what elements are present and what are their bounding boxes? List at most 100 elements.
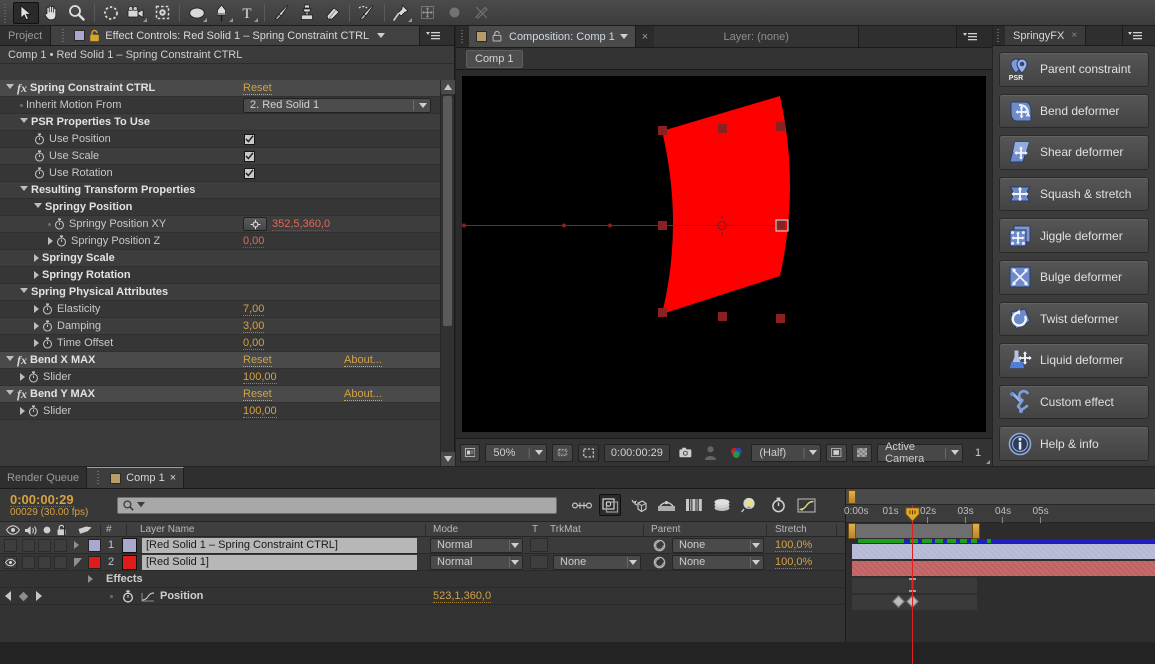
effect-row-elasticity[interactable]: Elasticity7,00 xyxy=(0,301,440,318)
zoom-level-select[interactable]: 50% | xyxy=(485,444,546,462)
disclosure-triangle[interactable] xyxy=(20,373,25,381)
lock-toggle[interactable] xyxy=(54,539,67,552)
composition-menu-button[interactable] xyxy=(957,26,983,47)
layer-stretch-value[interactable]: 100,0% xyxy=(775,556,812,569)
effect-row-bend-x-max[interactable]: fxBend X MAXResetAbout... xyxy=(0,352,440,369)
tab-end-grip[interactable] xyxy=(446,26,454,45)
value-springy-position-xy[interactable]: 352,5,360,0 xyxy=(272,218,330,231)
effect-controls-scrollbar[interactable] xyxy=(440,80,454,466)
chevron-down-icon[interactable] xyxy=(419,103,427,108)
disclosure-triangle[interactable] xyxy=(34,254,39,262)
effect-row-springy-scale[interactable]: Springy Scale xyxy=(0,250,440,267)
brush-tool[interactable] xyxy=(269,2,294,24)
eraser-tool[interactable] xyxy=(320,2,345,24)
composition-canvas[interactable] xyxy=(462,76,986,432)
search-input[interactable] xyxy=(117,497,557,514)
take-snapshot-button[interactable] xyxy=(675,444,696,462)
effect-row-bend-x-max-slider[interactable]: Slider100,00 xyxy=(0,369,440,386)
effect-row-damping[interactable]: Damping3,00 xyxy=(0,318,440,335)
tab-comp-1[interactable]: Comp 1 × xyxy=(87,467,184,488)
chevron-down-icon[interactable] xyxy=(511,560,519,565)
chevron-down-icon[interactable] xyxy=(377,33,385,38)
chevron-down-icon[interactable] xyxy=(752,560,760,565)
disclosure-triangle[interactable] xyxy=(88,575,93,583)
tool-expand-corner[interactable] xyxy=(408,18,412,22)
stopwatch-icon[interactable] xyxy=(34,150,46,162)
springyfx-button-shear-deformer[interactable]: Shear deformer xyxy=(999,135,1149,170)
disclosure-triangle[interactable] xyxy=(20,288,28,297)
hand-tool[interactable] xyxy=(39,2,64,24)
close-icon[interactable]: × xyxy=(1071,30,1077,41)
stopwatch-icon[interactable] xyxy=(122,590,134,603)
pen-tool[interactable] xyxy=(209,2,234,24)
layer-disclosure-triangle[interactable] xyxy=(74,541,79,549)
parent-pickwhip-icon[interactable] xyxy=(653,539,666,552)
preserve-transparency-toggle[interactable] xyxy=(530,555,548,569)
layer-name[interactable]: [Red Solid 1 – Spring Constraint CTRL] xyxy=(142,538,417,553)
chevron-down-icon[interactable] xyxy=(511,543,519,548)
preserve-transparency-toggle[interactable] xyxy=(530,538,548,552)
value-spring-constraint-ctrl[interactable]: Reset xyxy=(243,82,272,95)
checkbox-use-position[interactable] xyxy=(244,134,255,145)
value-bend-y-max[interactable]: Reset xyxy=(243,388,272,401)
stopwatch-icon[interactable] xyxy=(28,405,40,417)
column-header-layer-name[interactable]: Layer Name xyxy=(140,524,194,535)
disclosure-triangle[interactable] xyxy=(6,356,14,365)
effect-row-use-position[interactable]: Use Position xyxy=(0,131,440,148)
chevron-down-icon[interactable] xyxy=(809,450,817,455)
work-area-range[interactable] xyxy=(852,524,977,538)
camera-view-select[interactable]: Active Camera | xyxy=(877,444,963,462)
comp-lock-icon[interactable] xyxy=(492,30,504,43)
property-row-effects[interactable]: Effects xyxy=(0,571,845,588)
layer-stretch-value[interactable]: 100,0% xyxy=(775,539,812,552)
puppet-starch-tool[interactable] xyxy=(468,2,495,24)
timeline-ruler[interactable]: 0:00s01s02s03s04s05s xyxy=(846,505,1155,523)
layer-duration-bar[interactable] xyxy=(852,561,1155,576)
column-header-mode[interactable]: Mode xyxy=(433,524,458,535)
shape-tool[interactable] xyxy=(184,2,209,24)
springyfx-button-jiggle-deformer[interactable]: Jiggle deformer xyxy=(999,218,1149,253)
about-link-bend-x-max[interactable]: About... xyxy=(344,354,382,367)
value-time-offset[interactable]: 0,00 xyxy=(243,337,264,350)
point-control-springy-position-xy[interactable] xyxy=(243,217,267,231)
close-icon[interactable]: × xyxy=(170,472,176,484)
effect-row-time-offset[interactable]: Time Offset0,00 xyxy=(0,335,440,352)
layer-mode-select[interactable]: Normal| xyxy=(430,555,523,570)
current-time-indicator[interactable] xyxy=(912,505,913,664)
effect-row-springy-position-z[interactable]: Springy Position Z0,00 xyxy=(0,233,440,250)
pan-behind-tool[interactable] xyxy=(149,2,174,24)
solo-toggle[interactable] xyxy=(38,539,51,552)
lock-toggle[interactable] xyxy=(54,556,67,569)
effect-row-psr-properties-to-use[interactable]: PSR Properties To Use xyxy=(0,114,440,131)
scroll-down-button[interactable] xyxy=(441,452,455,466)
tool-expand-corner[interactable] xyxy=(229,18,233,22)
about-link-bend-y-max[interactable]: About... xyxy=(344,388,382,401)
effect-row-spring-constraint-ctrl[interactable]: fxSpring Constraint CTRLReset xyxy=(0,80,440,97)
tab-grip[interactable] xyxy=(61,29,68,43)
work-area-start-handle[interactable] xyxy=(848,523,856,539)
disclosure-triangle[interactable] xyxy=(34,203,42,212)
region-preview-button[interactable] xyxy=(826,444,846,462)
disclosure-triangle[interactable] xyxy=(6,390,14,399)
puppet-overlap-tool[interactable] xyxy=(441,2,468,24)
springyfx-button-bend-deformer[interactable]: Bend deformer xyxy=(999,94,1149,129)
tab-render-queue[interactable]: Render Queue xyxy=(0,467,87,488)
disclosure-triangle[interactable] xyxy=(20,186,28,195)
effect-row-resulting-transform-properties[interactable]: Resulting Transform Properties xyxy=(0,182,440,199)
tab-project[interactable]: Project xyxy=(0,26,51,45)
timeline-property-track[interactable] xyxy=(846,577,1155,594)
value-damping[interactable]: 3,00 xyxy=(243,320,264,333)
springyfx-button-twist-deformer[interactable]: Twist deformer xyxy=(999,302,1149,337)
timecode-block[interactable]: 0:00:00:29 00029 (30.00 fps) xyxy=(6,493,111,518)
timeline-property-track[interactable] xyxy=(846,594,1155,611)
visibility-toggle[interactable] xyxy=(4,539,17,552)
stopwatch-icon[interactable] xyxy=(54,218,66,230)
stopwatch-icon[interactable] xyxy=(28,371,40,383)
disclosure-triangle[interactable] xyxy=(34,305,39,313)
transparency-grid-button[interactable] xyxy=(852,444,872,462)
grid-expand-corner[interactable] xyxy=(986,460,990,464)
graph-editor-icon[interactable] xyxy=(795,494,817,516)
value-elasticity[interactable]: 7,00 xyxy=(243,303,264,316)
effect-row-use-rotation[interactable]: Use Rotation xyxy=(0,165,440,182)
stopwatch-icon[interactable] xyxy=(34,133,46,145)
